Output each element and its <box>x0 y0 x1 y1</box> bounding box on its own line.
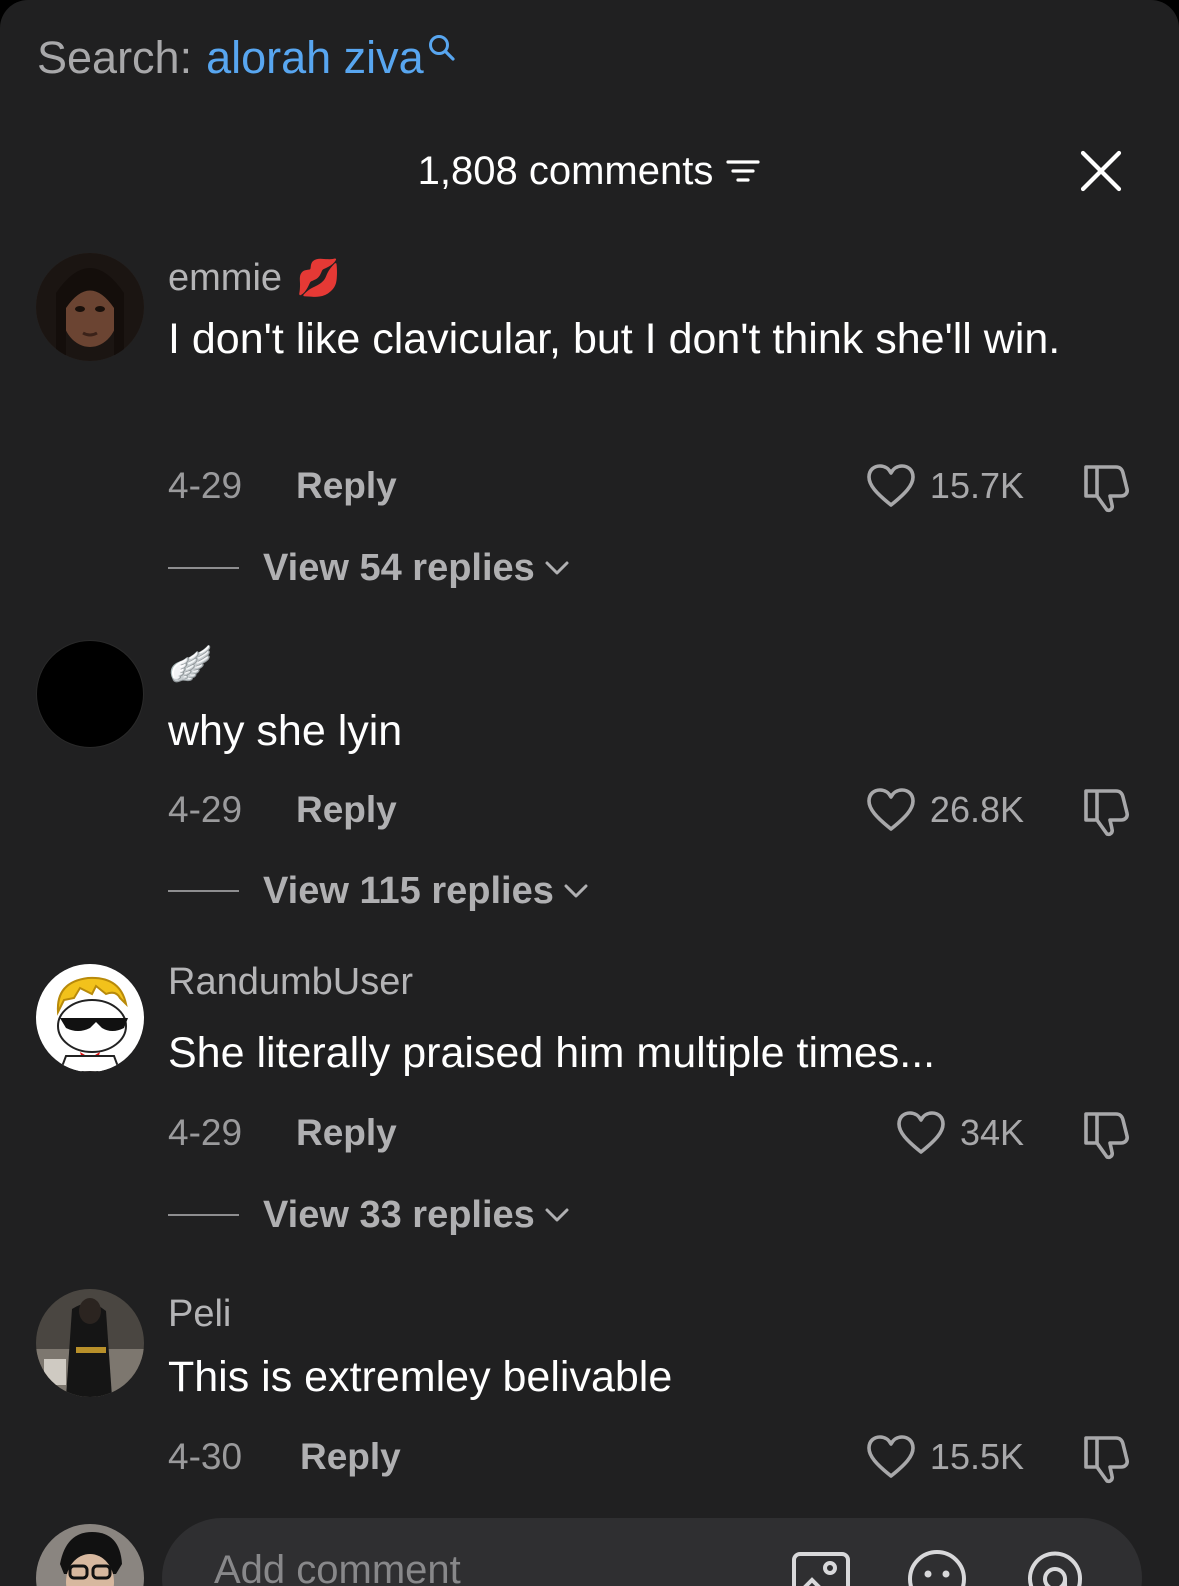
divider <box>168 567 239 569</box>
search-label: Search: <box>37 32 193 83</box>
image-icon[interactable] <box>790 1548 852 1586</box>
comment-meta: 4-29 Reply <box>168 785 397 835</box>
dislike-icon[interactable] <box>1080 1108 1132 1160</box>
like-count: 34K <box>959 1112 1024 1153</box>
comment-composer: Add comment <box>0 1500 1179 1586</box>
close-icon[interactable] <box>1080 150 1122 192</box>
divider <box>168 1214 239 1216</box>
search-icon[interactable] <box>428 34 456 64</box>
view-replies-button[interactable]: View 115 replies <box>168 866 590 916</box>
reply-button[interactable]: Reply <box>300 1436 401 1478</box>
comment-text: I don't like clavicular, but I don't thi… <box>168 315 1061 363</box>
comments-count: 1,808 comments <box>417 148 714 193</box>
comments-header: 1,808 comments <box>0 140 1179 202</box>
like-button[interactable]: 15.5K <box>866 1432 1024 1482</box>
avatar[interactable] <box>36 1289 144 1397</box>
lips-emoji: 💋 <box>296 257 341 298</box>
heart-icon <box>867 1435 915 1478</box>
like-count: 26.8K <box>929 789 1024 830</box>
view-replies-button[interactable]: View 54 replies <box>168 543 571 593</box>
comment-username[interactable]: emmie 💋 <box>168 254 341 302</box>
chevron-down-icon <box>545 561 569 575</box>
emoji-icon[interactable] <box>906 1548 968 1586</box>
chevron-down-icon <box>564 884 588 898</box>
comment-meta: 4-29 Reply <box>168 1108 397 1158</box>
like-count: 15.5K <box>929 1436 1024 1477</box>
view-replies-label[interactable]: View 33 replies <box>263 1194 535 1237</box>
chevron-down-icon <box>545 1208 569 1222</box>
heart-icon <box>867 788 915 831</box>
add-comment-placeholder: Add comment <box>214 1548 461 1586</box>
add-comment-input[interactable]: Add comment <box>162 1518 1142 1586</box>
comment-username[interactable]: RandumbUser <box>168 958 413 1006</box>
comment-username[interactable]: Peli <box>168 1290 231 1338</box>
comment-meta: 4-29 Reply <box>168 461 397 511</box>
view-replies-label[interactable]: View 54 replies <box>263 547 535 590</box>
view-replies-label[interactable]: View 115 replies <box>263 870 554 913</box>
wing-emoji: 🪽 <box>168 643 213 684</box>
comment-date: 4-29 <box>168 1112 243 1153</box>
mention-icon[interactable] <box>1024 1548 1086 1586</box>
reply-button[interactable]: Reply <box>296 1112 397 1154</box>
view-replies-button[interactable]: View 33 replies <box>168 1190 571 1240</box>
avatar[interactable] <box>36 640 144 748</box>
avatar[interactable] <box>36 253 144 361</box>
like-count: 15.7K <box>929 465 1024 506</box>
reply-button[interactable]: Reply <box>296 465 397 507</box>
comment-date: 4-29 <box>168 465 243 506</box>
divider <box>168 890 239 892</box>
dislike-icon[interactable] <box>1080 461 1132 513</box>
comment-username[interactable]: 🪽 <box>168 640 213 688</box>
like-button[interactable]: 26.8K <box>866 785 1024 835</box>
heart-icon <box>897 1111 945 1154</box>
comment-date: 4-29 <box>168 789 243 830</box>
search-suggestion[interactable]: Search: alorah ziva <box>37 28 456 88</box>
reply-button[interactable]: Reply <box>296 789 397 831</box>
comment-text: This is extremley belivable <box>168 1353 673 1401</box>
comment-date: 4-30 <box>168 1436 243 1477</box>
dislike-icon[interactable] <box>1080 785 1132 837</box>
like-button[interactable]: 34K <box>896 1108 1024 1158</box>
comments-panel: Search: alorah ziva 1,808 comments emmie… <box>0 0 1179 1586</box>
heart-icon <box>867 464 915 507</box>
sort-icon[interactable] <box>725 156 761 186</box>
like-button[interactable]: 15.7K <box>866 461 1024 511</box>
avatar <box>36 1524 144 1586</box>
comment-text: She literally praised him multiple times… <box>168 1029 936 1077</box>
dislike-icon[interactable] <box>1080 1432 1132 1484</box>
avatar[interactable] <box>36 964 144 1072</box>
comment-text: why she lyin <box>168 707 403 755</box>
comment-meta: 4-30 Reply <box>168 1432 401 1482</box>
search-term[interactable]: alorah ziva <box>206 32 424 84</box>
